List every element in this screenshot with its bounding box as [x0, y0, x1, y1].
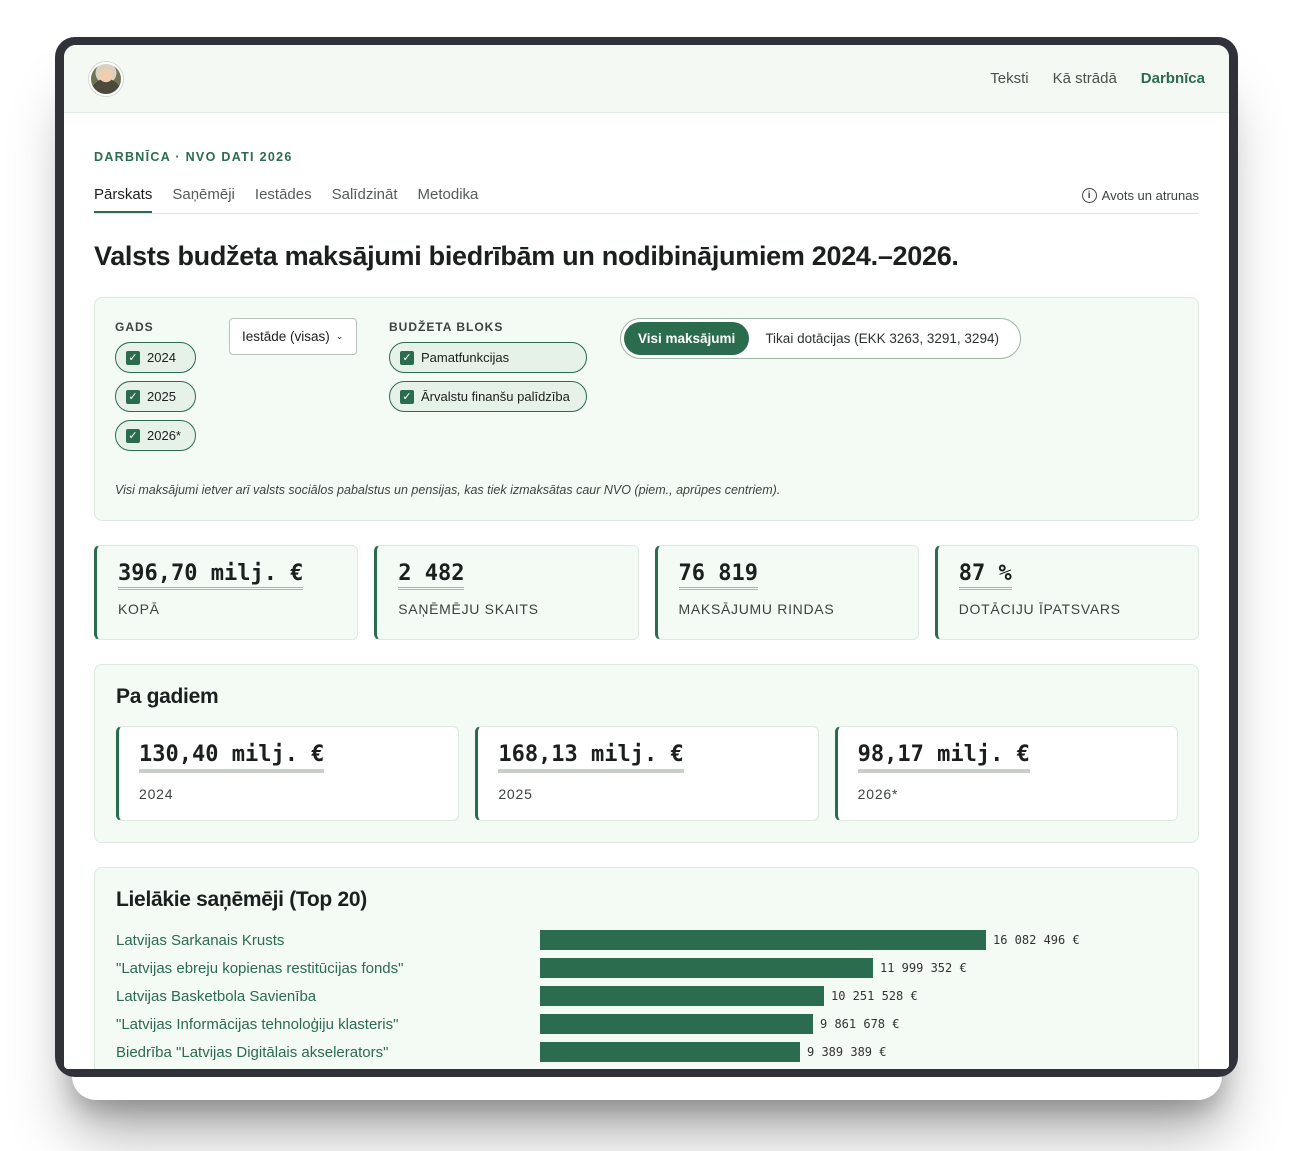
block-checkbox-pamatfunkcijas[interactable]: ✓ Pamatfunkcijas: [389, 342, 587, 373]
bar-row: Biedrība "Latvijas Digitālais akselerato…: [116, 1038, 1178, 1066]
year-card-label: 2026*: [857, 786, 899, 802]
bar-track: 9 861 678 €: [540, 1014, 1178, 1034]
page: Teksti Kā strādā Darbnīca DARBNĪCA · NVO…: [64, 45, 1229, 1069]
year-checkbox-2025[interactable]: ✓ 2025: [115, 381, 196, 412]
kpi-value: 87 %: [958, 561, 1012, 590]
budget-block-label: BUDŽETA BLOKS: [389, 320, 504, 334]
bar: [540, 986, 824, 1006]
top-recipients-chart: Latvijas Sarkanais Krusts 16 082 496 € "La…: [116, 926, 1178, 1066]
toggle-all-payments[interactable]: Visi maksājumi: [624, 322, 750, 355]
kpi-value: 2 482: [398, 561, 465, 590]
bar-row: "Latvijas ebreju kopienas restitūcijas f…: [116, 954, 1178, 982]
eyebrow: DARBNĪCA · NVO DATI 2026: [94, 150, 293, 164]
tab-metodika[interactable]: Metodika: [418, 185, 479, 213]
bar-value-label: 9 389 389 €: [807, 1045, 887, 1059]
page-title: Valsts budžeta maksājumi biedrībām un no…: [94, 241, 959, 271]
year-card-value: 168,13 milj. €: [498, 742, 684, 773]
kpi-label: SAŅĒMĒJU SKAITS: [398, 601, 539, 617]
block-checkbox-label: Pamatfunkcijas: [421, 350, 510, 365]
kpi-value: 396,70 milj. €: [118, 561, 304, 590]
checkmark-icon: ✓: [126, 389, 140, 404]
recipient-link[interactable]: "Latvijas Informācijas tehnoloģiju klast…: [116, 1016, 540, 1033]
kpi-card: 76 819 MAKSĀJUMU RINDAS: [654, 545, 919, 640]
source-link-label: Avots un atrunas: [1101, 188, 1199, 203]
bar-row: Latvijas Sarkanais Krusts 16 082 496 €: [116, 926, 1178, 954]
bar: [540, 1014, 813, 1034]
nav-darbnica[interactable]: Darbnīca: [1141, 70, 1205, 87]
payment-type-toggle: Visi maksājumi Tikai dotācijas (EKK 3263…: [620, 318, 1021, 359]
bar-track: 10 251 528 €: [540, 986, 1178, 1006]
tab-sanemeji[interactable]: Saņēmēji: [172, 185, 235, 213]
year-checkbox-2026[interactable]: ✓ 2026*: [115, 420, 196, 451]
recipient-link[interactable]: "Latvijas ebreju kopienas restitūcijas f…: [116, 960, 540, 977]
year-filter-label: GADS: [115, 320, 154, 334]
bar: [540, 1042, 800, 1062]
bar-value-label: 10 251 528 €: [831, 989, 918, 1003]
by-year-panel: Pa gadiem 130,40 milj. € 2024 168,13 mil…: [94, 664, 1199, 843]
year-card: 168,13 milj. € 2025: [475, 726, 819, 821]
bar-value-label: 16 082 496 €: [993, 933, 1080, 947]
chevron-down-icon: ⌄: [335, 331, 344, 341]
filters-note: Visi maksājumi ietver arī valsts sociālo…: [115, 483, 781, 497]
nav-teksti[interactable]: Teksti: [990, 70, 1028, 87]
source-link[interactable]: i Avots un atrunas: [1081, 188, 1199, 213]
toggle-grants-only[interactable]: Tikai dotācijas (EKK 3263, 3291, 3294): [749, 331, 999, 346]
browser-window: Teksti Kā strādā Darbnīca DARBNĪCA · NVO…: [55, 37, 1238, 1077]
top-nav: Teksti Kā strādā Darbnīca: [990, 70, 1205, 87]
tab-bar: Pārskats Saņēmēji Iestādes Salīdzināt Me…: [94, 185, 1199, 214]
year-card-label: 2024: [139, 786, 174, 802]
bar: [540, 930, 986, 950]
kpi-card: 87 % DOTĀCIJU ĪPATSVARS: [934, 545, 1199, 640]
bar-value-label: 11 999 352 €: [880, 961, 967, 975]
nav-ka-strada[interactable]: Kā strādā: [1053, 70, 1117, 87]
top-recipients-title: Lielākie saņēmēji (Top 20): [116, 888, 367, 911]
checkmark-icon: ✓: [400, 350, 414, 365]
bar-value-label: 9 861 678 €: [820, 1017, 900, 1031]
year-checkbox-2024[interactable]: ✓ 2024: [115, 342, 196, 373]
bar: [540, 958, 873, 978]
info-icon: i: [1081, 188, 1097, 203]
year-checkbox-label: 2026*: [147, 428, 181, 443]
institution-select-value: Iestāde (visas): [242, 329, 330, 344]
recipient-link[interactable]: Biedrība "Latvijas Digitālais akselerato…: [116, 1044, 540, 1061]
bar-row: "Latvijas Informācijas tehnoloģiju klast…: [116, 1010, 1178, 1038]
kpi-label: KOPĀ: [118, 601, 160, 617]
checkmark-icon: ✓: [400, 389, 414, 404]
recipient-link[interactable]: Latvijas Sarkanais Krusts: [116, 932, 540, 949]
tab-salidzinat[interactable]: Salīdzināt: [332, 185, 398, 213]
recipient-link[interactable]: Latvijas Basketbola Savienība: [116, 988, 540, 1005]
bar-track: 9 389 389 €: [540, 1042, 1178, 1062]
main-content: DARBNĪCA · NVO DATI 2026 Pārskats Saņēmē…: [64, 150, 1229, 1069]
checkmark-icon: ✓: [126, 350, 140, 365]
block-checkbox-label: Ārvalstu finanšu palīdzība: [421, 389, 570, 404]
year-card-value: 130,40 milj. €: [139, 742, 325, 773]
kpi-card: 396,70 milj. € KOPĀ: [94, 545, 359, 640]
bar-row: Latvijas Basketbola Savienība 10 251 528 …: [116, 982, 1178, 1010]
year-card: 130,40 milj. € 2024: [116, 726, 460, 821]
filters-panel: GADS ✓ 2024 ✓ 2025 ✓ 2026* Iestāde (visa…: [94, 297, 1199, 521]
kpi-card: 2 482 SAŅĒMĒJU SKAITS: [374, 545, 639, 640]
kpi-row: 396,70 milj. € KOPĀ 2 482 SAŅĒMĒJU SKAIT…: [94, 545, 1199, 640]
bar-track: 11 999 352 €: [540, 958, 1178, 978]
year-card: 98,17 milj. € 2026*: [834, 726, 1178, 821]
top-bar: Teksti Kā strādā Darbnīca: [64, 45, 1229, 113]
block-checkbox-arvalstu[interactable]: ✓ Ārvalstu finanšu palīdzība: [389, 381, 587, 412]
kpi-value: 76 819: [678, 561, 758, 590]
avatar[interactable]: [89, 61, 123, 96]
tab-iestades[interactable]: Iestādes: [255, 185, 312, 213]
tab-parskats[interactable]: Pārskats: [94, 185, 153, 213]
kpi-label: DOTĀCIJU ĪPATSVARS: [958, 601, 1121, 617]
year-checkbox-label: 2025: [147, 389, 176, 404]
budget-block-filter: BUDŽETA BLOKS ✓ Pamatfunkcijas ✓ Ārvalst…: [389, 320, 587, 412]
year-checkbox-label: 2024: [147, 350, 176, 365]
institution-select[interactable]: Iestāde (visas) ⌄: [229, 318, 357, 355]
year-card-value: 98,17 milj. €: [857, 742, 1030, 773]
checkmark-icon: ✓: [126, 428, 140, 443]
year-filter: GADS ✓ 2024 ✓ 2025 ✓ 2026*: [115, 320, 196, 451]
by-year-title: Pa gadiem: [116, 685, 219, 708]
year-card-label: 2025: [498, 786, 533, 802]
bar-track: 16 082 496 €: [540, 930, 1178, 950]
kpi-label: MAKSĀJUMU RINDAS: [678, 601, 835, 617]
top-recipients-panel: Lielākie saņēmēji (Top 20) Latvijas Sark…: [94, 867, 1199, 1069]
